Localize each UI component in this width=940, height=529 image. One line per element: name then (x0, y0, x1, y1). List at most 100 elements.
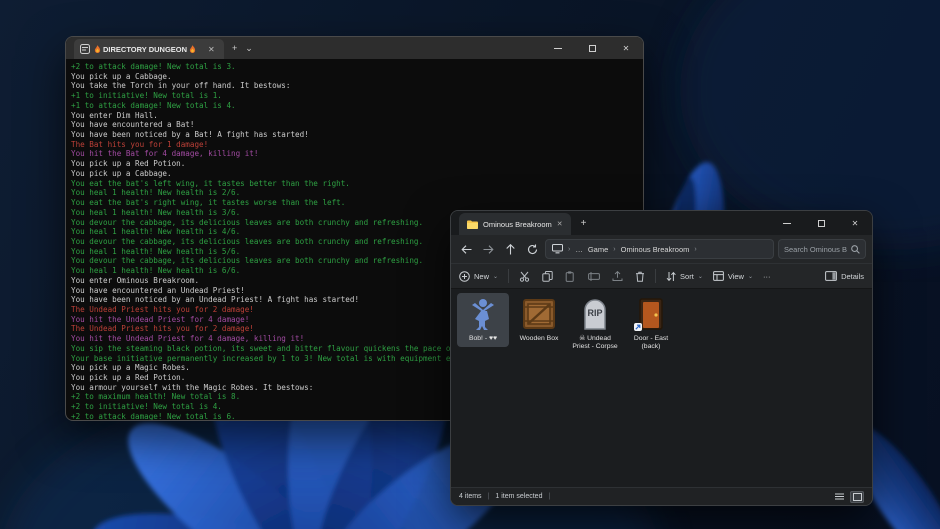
explorer-navigation-bar: › … Game › Ominous Breakroom › Search Om… (451, 235, 872, 263)
file-item-door-east[interactable]: Door - East (back) (625, 293, 677, 355)
search-icon (851, 245, 860, 254)
tombstone-icon: RIP (581, 298, 609, 330)
explorer-tab-close-button[interactable]: ✕ (557, 220, 563, 228)
selection-count: 1 item selected (495, 493, 542, 500)
breadcrumb-segment-game[interactable]: Game (588, 245, 608, 254)
copy-icon[interactable] (542, 271, 553, 282)
file-item-wooden-box[interactable]: Wooden Box (513, 293, 565, 347)
terminal-line: The Bat hits you for 1 damage! (71, 140, 641, 150)
new-button-label: New (474, 272, 489, 281)
new-icon (459, 271, 470, 282)
address-bar[interactable]: › … Game › Ominous Breakroom › (545, 239, 774, 259)
terminal-tab-icon (80, 44, 90, 54)
file-label: ☠ Undead Priest - Corpse (571, 335, 619, 351)
terminal-maximize-button[interactable] (575, 37, 609, 59)
terminal-line: You eat the bat's right wing, it tastes … (71, 198, 641, 208)
terminal-line: You have been noticed by a Bat! A fight … (71, 130, 641, 140)
details-pane-button[interactable]: Details (825, 271, 864, 281)
terminal-line: You take the Torch in your off hand. It … (71, 81, 641, 91)
search-input[interactable]: Search Ominous Breakroom (778, 239, 866, 259)
shortcut-arrow-badge (634, 323, 642, 331)
file-explorer-window: Ominous Breakroom ✕ + ✕ (450, 210, 873, 506)
terminal-tab-close-button[interactable]: ✕ (208, 45, 215, 54)
explorer-status-bar: 4 items | 1 item selected | (451, 487, 872, 505)
explorer-file-list[interactable]: Bob! - ♥♥ Wooden Box (451, 289, 872, 487)
flame-icon (94, 45, 101, 54)
file-item-undead-priest-corpse[interactable]: RIP ☠ Undead Priest - Corpse (569, 293, 621, 355)
item-count: 4 items (459, 493, 482, 500)
terminal-line: +2 to attack damage! New total is 3. (71, 62, 641, 72)
terminal-line: You pick up a Cabbage. (71, 169, 641, 179)
door-icon (639, 298, 663, 330)
cut-icon[interactable] (519, 271, 530, 282)
details-view-toggle[interactable] (832, 491, 846, 503)
back-button[interactable] (457, 240, 475, 258)
terminal-line: You pick up a Cabbage. (71, 72, 641, 82)
explorer-command-bar: New ⌄ (451, 263, 872, 289)
view-button-label: View (728, 272, 744, 281)
terminal-minimize-button[interactable] (541, 37, 575, 59)
see-more-button[interactable]: ··· (763, 272, 771, 281)
file-item-bob[interactable]: Bob! - ♥♥ (457, 293, 509, 347)
terminal-tab-dropdown-button[interactable]: ⌄ (245, 43, 253, 54)
folder-icon (467, 220, 478, 229)
search-placeholder: Search Ominous Breakroom (784, 245, 847, 254)
breadcrumb-segment-current[interactable]: Ominous Breakroom (621, 245, 690, 254)
tombstone-text: RIP (587, 308, 602, 318)
view-button[interactable]: View ⌄ (713, 271, 753, 281)
terminal-line: You enter Dim Hall. (71, 111, 641, 121)
terminal-close-button[interactable]: ✕ (609, 37, 643, 59)
up-button[interactable] (501, 240, 519, 258)
share-icon[interactable] (612, 271, 623, 282)
desktop: DIRECTORY DUNGEON ✕ + ⌄ ✕ +2 to attack d… (0, 0, 940, 529)
file-label: Door - East (back) (627, 335, 675, 351)
file-label: Wooden Box (520, 335, 559, 343)
view-icon (713, 271, 724, 281)
details-pane-icon (825, 271, 837, 281)
terminal-title-text: DIRECTORY DUNGEON (103, 45, 187, 54)
sort-button-label: Sort (680, 272, 694, 281)
breadcrumb-separator: › (613, 246, 615, 253)
paste-icon[interactable] (565, 271, 576, 282)
file-label: Bob! - ♥♥ (469, 335, 497, 343)
new-button[interactable]: New ⌄ (459, 271, 498, 282)
chevron-down-icon: ⌄ (698, 273, 703, 280)
terminal-line: +1 to attack damage! New total is 4. (71, 101, 641, 111)
terminal-new-tab-button[interactable]: + (232, 43, 237, 53)
sort-icon (666, 271, 676, 282)
terminal-line: You pick up a Red Potion. (71, 159, 641, 169)
delete-icon[interactable] (635, 271, 645, 282)
status-divider: | (488, 493, 490, 500)
toolbar-divider (508, 269, 509, 283)
terminal-tab[interactable]: DIRECTORY DUNGEON ✕ (74, 39, 224, 59)
rename-icon[interactable] (588, 271, 600, 282)
crate-icon (523, 299, 555, 329)
this-pc-icon (552, 244, 563, 254)
explorer-tab[interactable]: Ominous Breakroom ✕ (459, 213, 571, 235)
status-divider: | (548, 493, 550, 500)
terminal-titlebar[interactable]: DIRECTORY DUNGEON ✕ + ⌄ ✕ (66, 37, 643, 59)
terminal-line: +1 to initiative! New total is 1. (71, 91, 641, 101)
refresh-button[interactable] (523, 240, 541, 258)
explorer-close-button[interactable]: ✕ (838, 211, 872, 235)
breadcrumb-ellipsis[interactable]: … (575, 245, 583, 254)
chevron-down-icon: ⌄ (493, 273, 498, 280)
chevron-down-icon: ⌄ (748, 273, 753, 280)
terminal-line: You heal 1 health! New health is 2/6. (71, 188, 641, 198)
terminal-line: You have encountered a Bat! (71, 120, 641, 130)
thumbnail-view-toggle[interactable] (850, 491, 864, 503)
explorer-new-tab-button[interactable]: + (581, 218, 587, 229)
explorer-tabstrip[interactable]: Ominous Breakroom ✕ + ✕ (451, 211, 872, 235)
sort-button[interactable]: Sort ⌄ (666, 271, 703, 282)
person-icon (468, 298, 498, 330)
flame-icon (189, 45, 196, 54)
toolbar-divider (655, 269, 656, 283)
explorer-maximize-button[interactable] (804, 211, 838, 235)
explorer-minimize-button[interactable] (770, 211, 804, 235)
breadcrumb-separator: › (568, 246, 570, 253)
terminal-tab-title: DIRECTORY DUNGEON (94, 45, 196, 54)
breadcrumb-separator: › (694, 246, 696, 253)
explorer-tab-title: Ominous Breakroom (483, 220, 552, 229)
terminal-line: You hit the Bat for 4 damage, killing it… (71, 149, 641, 159)
forward-button[interactable] (479, 240, 497, 258)
